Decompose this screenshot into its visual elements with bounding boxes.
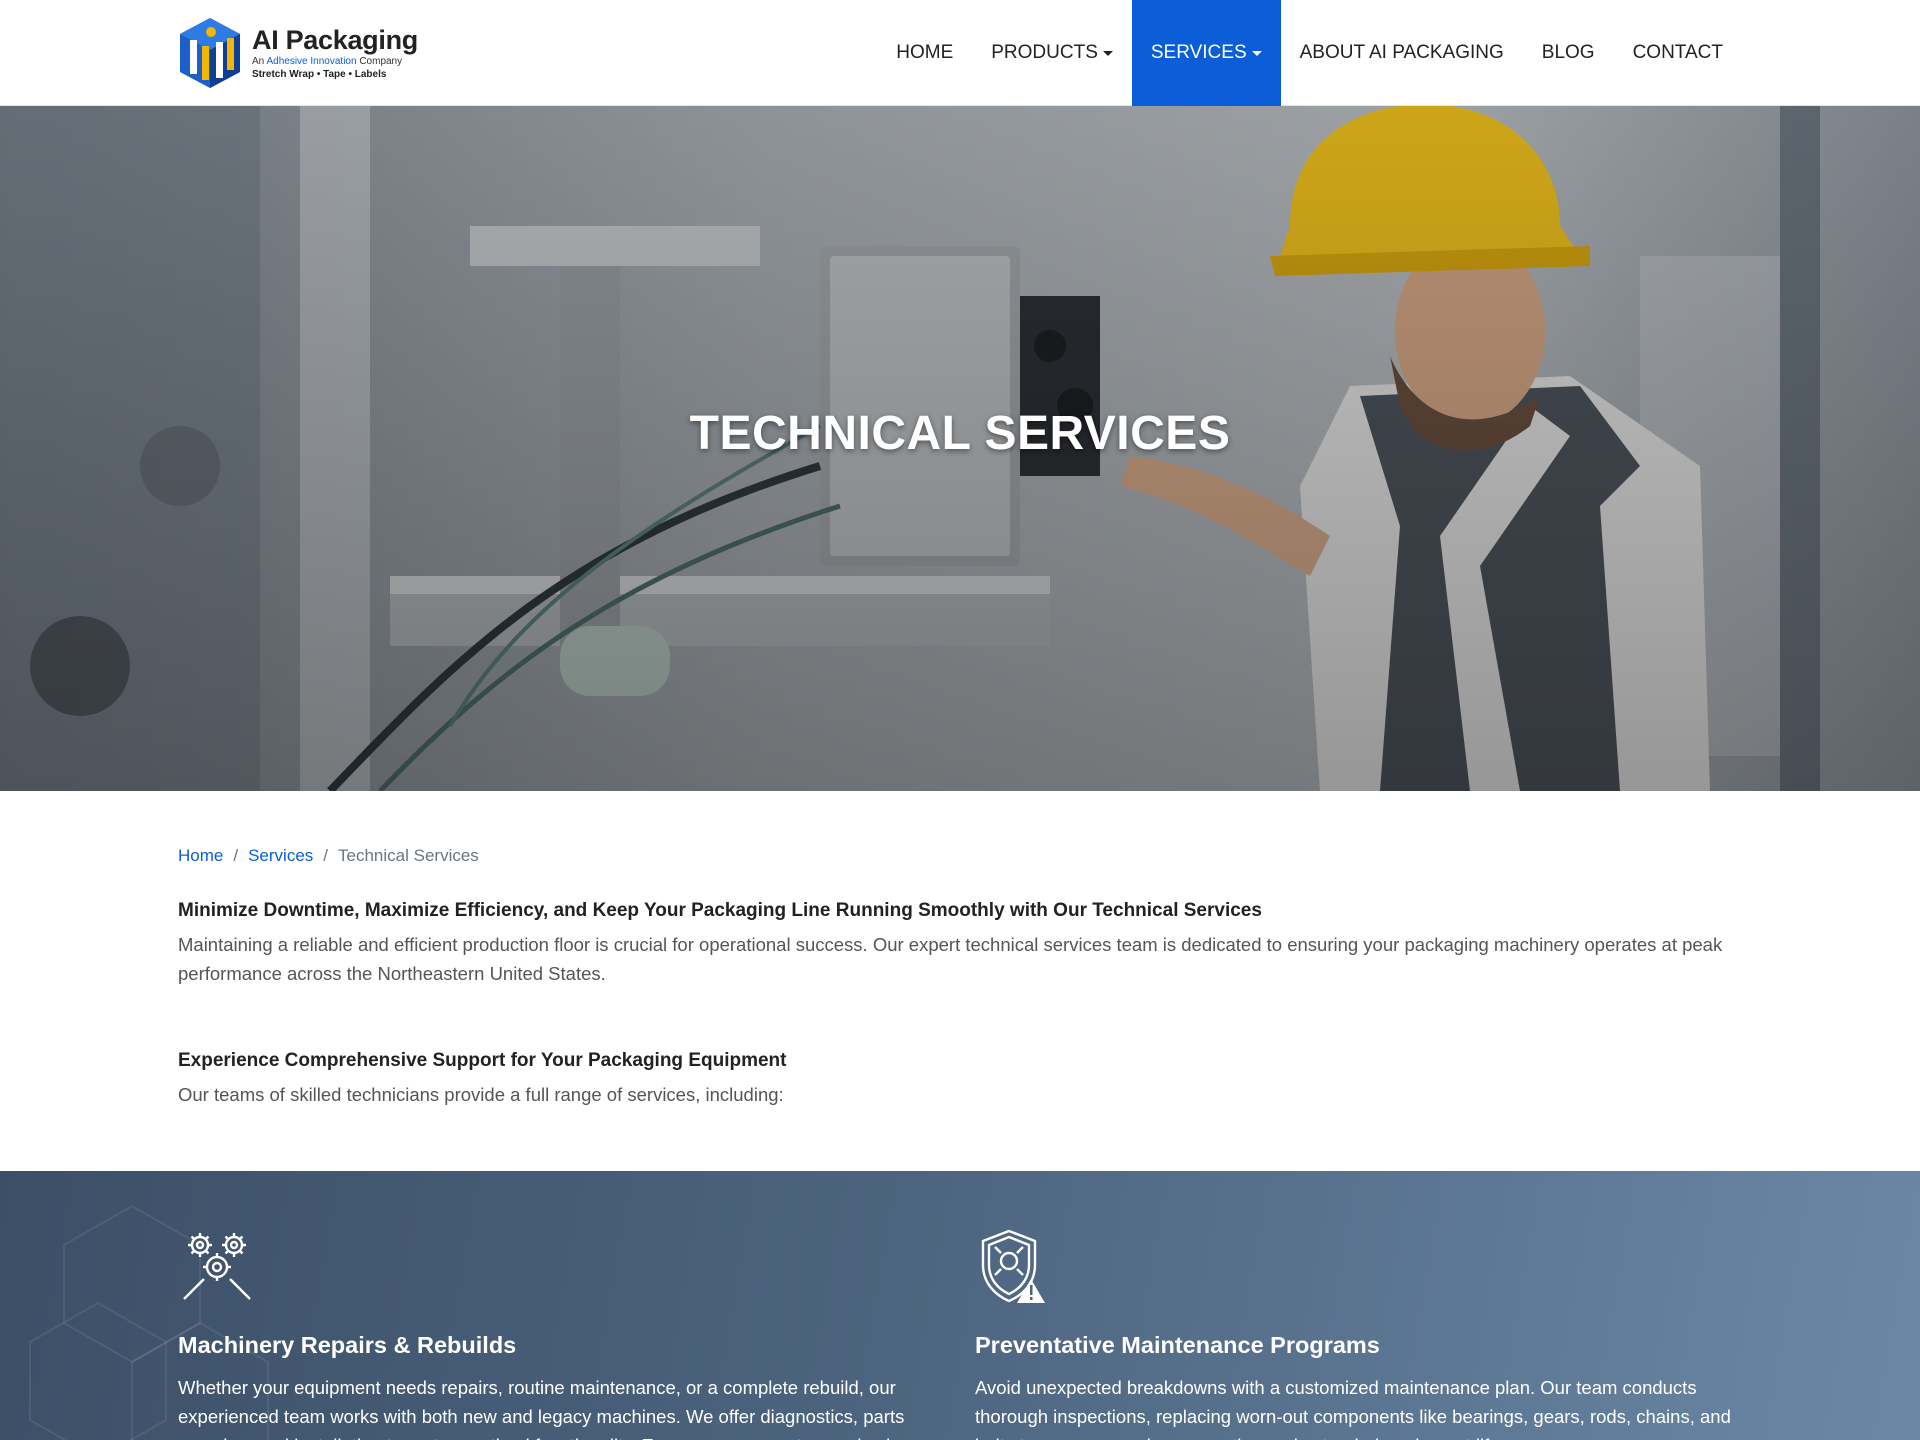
service-title: Machinery Repairs & Rebuilds xyxy=(178,1332,517,1358)
caret-down-icon xyxy=(1102,50,1113,56)
breadcrumb-current: Technical Services xyxy=(338,846,479,865)
service-card-repairs: Machinery Repairs & Rebuilds Whether you… xyxy=(178,1227,948,1440)
nav-services[interactable]: SERVICES xyxy=(1131,0,1281,106)
nav-products[interactable]: PRODUCTS xyxy=(972,0,1132,106)
service-description: Whether your equipment needs repairs, ro… xyxy=(178,1377,907,1440)
shield-maintenance-icon xyxy=(981,1229,1045,1303)
support-text: Our teams of skilled technicians provide… xyxy=(178,1084,784,1105)
ai-packaging-logo-icon xyxy=(180,18,240,88)
nav-blog[interactable]: BLOG xyxy=(1523,0,1614,106)
site-header: AI Packaging An Adhesive Innovation Comp… xyxy=(0,0,1920,106)
brand-name: AI Packaging xyxy=(252,25,418,55)
hero-banner: TECHNICAL SERVICES xyxy=(0,106,1920,791)
breadcrumb-home-link[interactable]: Home xyxy=(178,846,223,866)
service-card-maintenance: Preventative Maintenance Programs Avoid … xyxy=(975,1227,1745,1440)
service-description: Avoid unexpected breakdowns with a custo… xyxy=(975,1377,1731,1440)
services-section: Machinery Repairs & Rebuilds Whether you… xyxy=(0,1171,1920,1440)
breadcrumb-services-link[interactable]: Services xyxy=(248,846,313,866)
service-title: Preventative Maintenance Programs xyxy=(975,1332,1380,1358)
brand-subline: Stretch Wrap • Tape • Labels xyxy=(252,69,387,80)
nav-contact[interactable]: CONTACT xyxy=(1614,0,1742,106)
brand-tagline: An Adhesive Innovation Company xyxy=(252,56,403,67)
main-nav: HOME PRODUCTS SERVICES ABOUT AI PACKAGIN… xyxy=(877,0,1742,106)
breadcrumb-separator: / xyxy=(323,846,329,865)
support-heading: Experience Comprehensive Support for You… xyxy=(178,1050,787,1071)
nav-home[interactable]: HOME xyxy=(877,0,972,106)
breadcrumb: Home / Services / Technical Services xyxy=(178,846,1742,866)
breadcrumb-separator: / xyxy=(233,846,239,865)
main-content: Home / Services / Technical Services Min… xyxy=(178,846,1742,1109)
brand-logo[interactable]: AI Packaging An Adhesive Innovation Comp… xyxy=(178,16,418,90)
caret-down-icon xyxy=(1251,50,1262,56)
nav-about[interactable]: ABOUT AI PACKAGING xyxy=(1281,0,1523,106)
page-title: TECHNICAL SERVICES xyxy=(689,407,1231,460)
gears-wrench-icon xyxy=(183,1233,251,1300)
intro-text: Maintaining a reliable and efficient pro… xyxy=(178,934,1723,984)
intro-heading: Minimize Downtime, Maximize Efficiency, … xyxy=(178,900,1262,921)
